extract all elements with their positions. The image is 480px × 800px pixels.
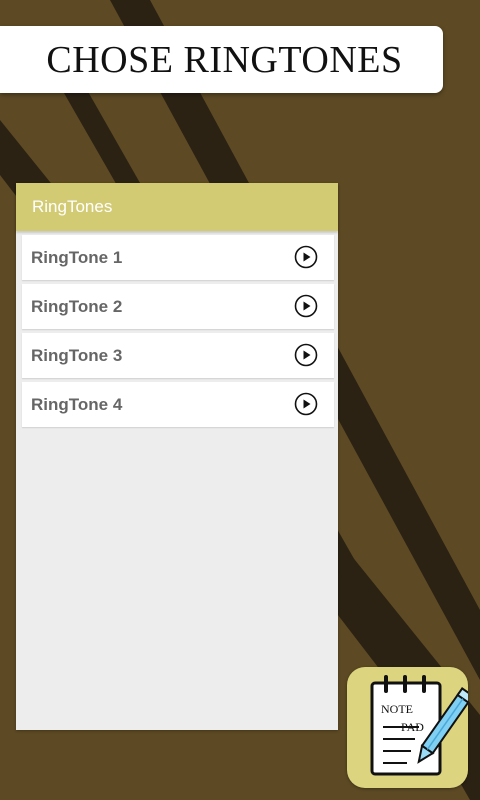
ringtone-list: RingTone 1 RingTone 2 RingTone 3 RingTon… bbox=[16, 231, 338, 427]
play-icon[interactable] bbox=[294, 294, 318, 318]
notepad-label-line1: NOTE bbox=[381, 702, 413, 716]
ringtone-label: RingTone 4 bbox=[31, 394, 123, 414]
play-icon[interactable] bbox=[294, 343, 318, 367]
ringtone-label: RingTone 1 bbox=[31, 247, 123, 267]
title-banner: CHOSE RINGTONES bbox=[0, 26, 443, 93]
notepad-app-icon[interactable]: NOTE PAD bbox=[347, 667, 468, 788]
ringtone-item-1[interactable]: RingTone 1 bbox=[22, 235, 334, 280]
ringtone-item-2[interactable]: RingTone 2 bbox=[22, 284, 334, 329]
page-title: CHOSE RINGTONES bbox=[46, 38, 403, 81]
notepad-label-line2: PAD bbox=[401, 720, 424, 734]
panel-title: RingTones bbox=[32, 197, 113, 216]
ringtone-label: RingTone 2 bbox=[31, 296, 123, 316]
ringtone-label: RingTone 3 bbox=[31, 345, 123, 365]
panel-header: RingTones bbox=[16, 183, 338, 231]
ringtones-panel: RingTones RingTone 1 RingTone 2 RingTone… bbox=[16, 183, 338, 730]
ringtone-item-3[interactable]: RingTone 3 bbox=[22, 333, 334, 378]
play-icon[interactable] bbox=[294, 392, 318, 416]
ringtone-item-4[interactable]: RingTone 4 bbox=[22, 382, 334, 427]
play-icon[interactable] bbox=[294, 245, 318, 269]
